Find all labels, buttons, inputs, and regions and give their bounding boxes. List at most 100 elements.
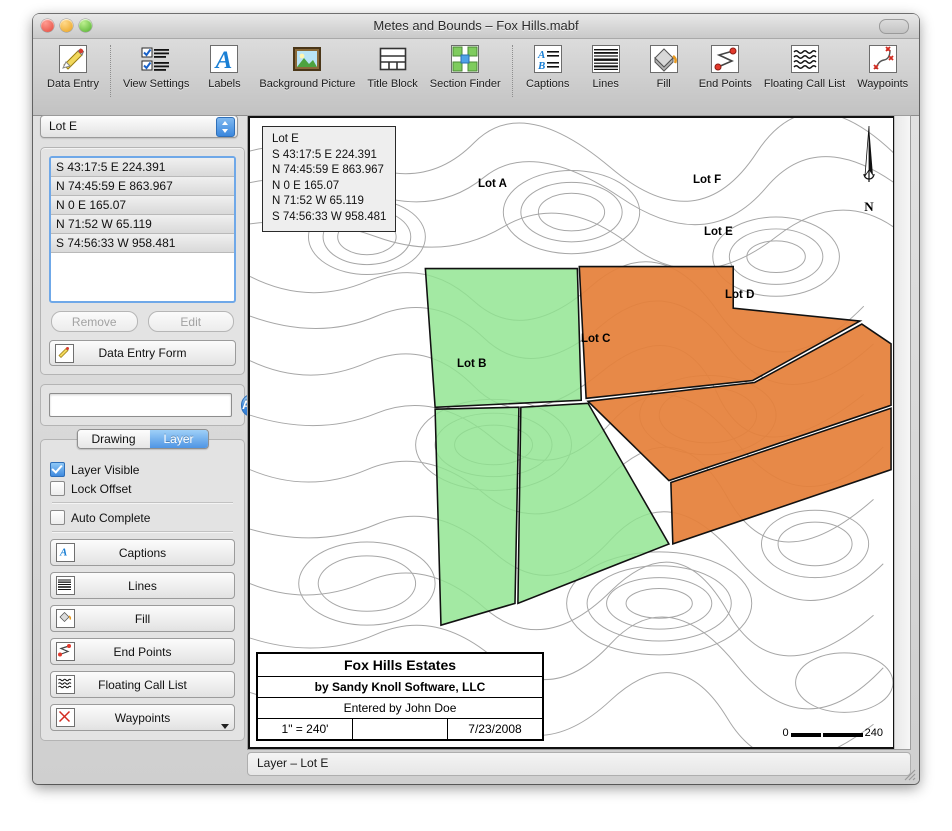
- tab-drawing[interactable]: Drawing: [77, 430, 150, 448]
- button-label: Data Entry Form: [98, 346, 187, 360]
- list-item[interactable]: N 74:45:59 E 863.967: [51, 177, 234, 196]
- add-call-panel: Add: [40, 384, 267, 426]
- list-action-buttons: Remove Edit: [41, 311, 244, 340]
- list-item[interactable]: S 74:56:33 W 958.481: [51, 234, 234, 253]
- app-window: Metes and Bounds – Fox Hills.mabf Data E…: [33, 14, 919, 784]
- compass-needle-icon: [863, 125, 875, 182]
- toolbar-item-title-block[interactable]: Title Block: [361, 43, 423, 90]
- title-block-icon: [377, 43, 409, 75]
- data-entry-form-button[interactable]: Data Entry Form: [49, 340, 236, 366]
- button-label: Waypoints: [114, 710, 171, 725]
- end-points-button[interactable]: End Points: [50, 638, 235, 665]
- remove-button[interactable]: Remove: [51, 311, 138, 332]
- checkbox-auto-complete[interactable]: Auto Complete: [50, 510, 235, 525]
- drawing-layer-tabs: Drawing Layer: [76, 429, 209, 449]
- title-block-line3: Entered by John Doe: [258, 698, 542, 719]
- list-item[interactable]: N 71:52 W 65.119: [51, 215, 234, 234]
- toolbar-label: Background Picture: [259, 78, 356, 90]
- title-block[interactable]: Fox Hills Estates by Sandy Knoll Softwar…: [256, 652, 544, 741]
- chevron-down-icon[interactable]: [221, 724, 229, 729]
- status-text: Layer – Lot E: [257, 756, 329, 770]
- toolbar-item-fill[interactable]: Fill: [635, 43, 693, 90]
- toolbar-item-background-picture[interactable]: Background Picture: [253, 43, 361, 90]
- list-item[interactable]: N 0 E 165.07: [51, 196, 234, 215]
- lot-label-a: Lot A: [478, 178, 507, 190]
- floating-call: S 43:17:5 E 224.391: [272, 148, 377, 161]
- toolbar-toggle-button[interactable]: [879, 19, 909, 34]
- floating-call-list-title: Lot E: [272, 133, 299, 145]
- add-call-input[interactable]: [49, 393, 232, 417]
- toolbar-label: View Settings: [122, 78, 190, 90]
- layer-popup-value: Lot E: [49, 119, 78, 133]
- north-arrow: N: [856, 124, 882, 215]
- checkbox-label: Layer Visible: [71, 462, 140, 477]
- map-canvas[interactable]: Lot A Lot B Lot C Lot D Lot E Lot F Lot …: [248, 116, 895, 749]
- fill-button[interactable]: Fill: [50, 605, 235, 632]
- window-title: Metes and Bounds – Fox Hills.mabf: [373, 18, 579, 33]
- button-label: End Points: [113, 644, 172, 659]
- toolbar-label: Section Finder: [429, 78, 501, 90]
- toolbar-item-section-finder[interactable]: Section Finder: [424, 43, 507, 90]
- toolbar-item-data-entry[interactable]: Data Entry: [41, 43, 105, 90]
- toolbar-label: Labels: [208, 78, 241, 90]
- toolbar-separator: [109, 45, 112, 97]
- waypoints-button[interactable]: Waypoints: [50, 704, 235, 731]
- scale-bar-end: 240: [864, 727, 883, 739]
- window-titlebar[interactable]: Metes and Bounds – Fox Hills.mabf: [33, 14, 919, 39]
- toolbar-label: Data Entry: [47, 78, 99, 90]
- toolbar-item-floating-call-list[interactable]: Floating Call List: [758, 43, 851, 90]
- waypoints-icon: [56, 708, 75, 727]
- toolbar-item-captions[interactable]: AB Captions: [519, 43, 577, 90]
- svg-text:B: B: [537, 60, 545, 72]
- toolbar-label: Floating Call List: [763, 78, 846, 90]
- picture-icon: [291, 43, 323, 75]
- toolbar-item-lines[interactable]: Lines: [577, 43, 635, 90]
- list-item[interactable]: S 43:17:5 E 224.391: [51, 158, 234, 177]
- toolbar-label: Title Block: [367, 78, 418, 90]
- checkbox-icon: [50, 481, 65, 496]
- floating-call: N 74:45:59 E 863.967: [272, 164, 384, 176]
- toolbar-label: Waypoints: [857, 78, 909, 90]
- paint-bucket-icon: [56, 609, 75, 628]
- checkbox-layer-visible[interactable]: Layer Visible: [50, 462, 235, 477]
- scale-bar: 0 240: [783, 727, 883, 739]
- layer-popup-button[interactable]: Lot E: [40, 115, 238, 138]
- toolbar-item-labels[interactable]: A Labels: [195, 43, 253, 90]
- toolbar-item-view-settings[interactable]: View Settings: [117, 43, 195, 90]
- map-container: Lot A Lot B Lot C Lot D Lot E Lot F Lot …: [247, 115, 911, 750]
- lot-label-c: Lot C: [581, 333, 611, 345]
- lines-icon: [590, 43, 622, 75]
- section-grid-icon: [449, 43, 481, 75]
- button-label: Fill: [134, 611, 151, 626]
- toolbar-separator: [511, 45, 514, 97]
- lot-polygon-a: [424, 267, 583, 409]
- paint-bucket-icon: [648, 43, 680, 75]
- toolbar-item-waypoints[interactable]: Waypoints: [851, 43, 914, 90]
- title-block-date: 7/23/2008: [468, 722, 522, 736]
- title-block-bottom-row: 1" = 240' 7/23/2008: [258, 719, 542, 739]
- toolbar-label: End Points: [698, 78, 752, 90]
- toolbar-label: Fill: [656, 78, 671, 90]
- waypoints-icon: [867, 43, 899, 75]
- toolbar-label: Lines: [592, 78, 619, 90]
- edit-button[interactable]: Edit: [147, 311, 234, 332]
- captions-button[interactable]: A Captions: [50, 539, 235, 566]
- floating-call-list-button[interactable]: Floating Call List: [50, 671, 235, 698]
- call-list[interactable]: S 43:17:5 E 224.391 N 74:45:59 E 863.967…: [49, 156, 236, 303]
- pencil-document-icon: [55, 344, 74, 363]
- svg-text:A: A: [214, 47, 233, 74]
- tab-layer[interactable]: Layer: [149, 430, 208, 448]
- lot-label-f: Lot F: [693, 174, 722, 186]
- floating-call: N 0 E 165.07: [272, 179, 340, 192]
- checkbox-icon: [50, 510, 65, 525]
- title-block-line2: by Sandy Knoll Software, LLC: [258, 677, 542, 698]
- lines-button[interactable]: Lines: [50, 572, 235, 599]
- floating-call-list-box[interactable]: Lot E S 43:17:5 E 224.391 N 74:45:59 E 8…: [262, 126, 397, 232]
- floating-call-list-icon: [789, 43, 821, 75]
- resize-grip[interactable]: [903, 768, 917, 782]
- checkbox-lock-offset[interactable]: Lock Offset: [50, 481, 235, 496]
- toolbar-item-end-points[interactable]: End Points: [693, 43, 758, 90]
- map-vertical-scrollbar[interactable]: [894, 116, 910, 749]
- lot-label-d: Lot D: [725, 289, 755, 301]
- screen: Metes and Bounds – Fox Hills.mabf Data E…: [0, 0, 952, 831]
